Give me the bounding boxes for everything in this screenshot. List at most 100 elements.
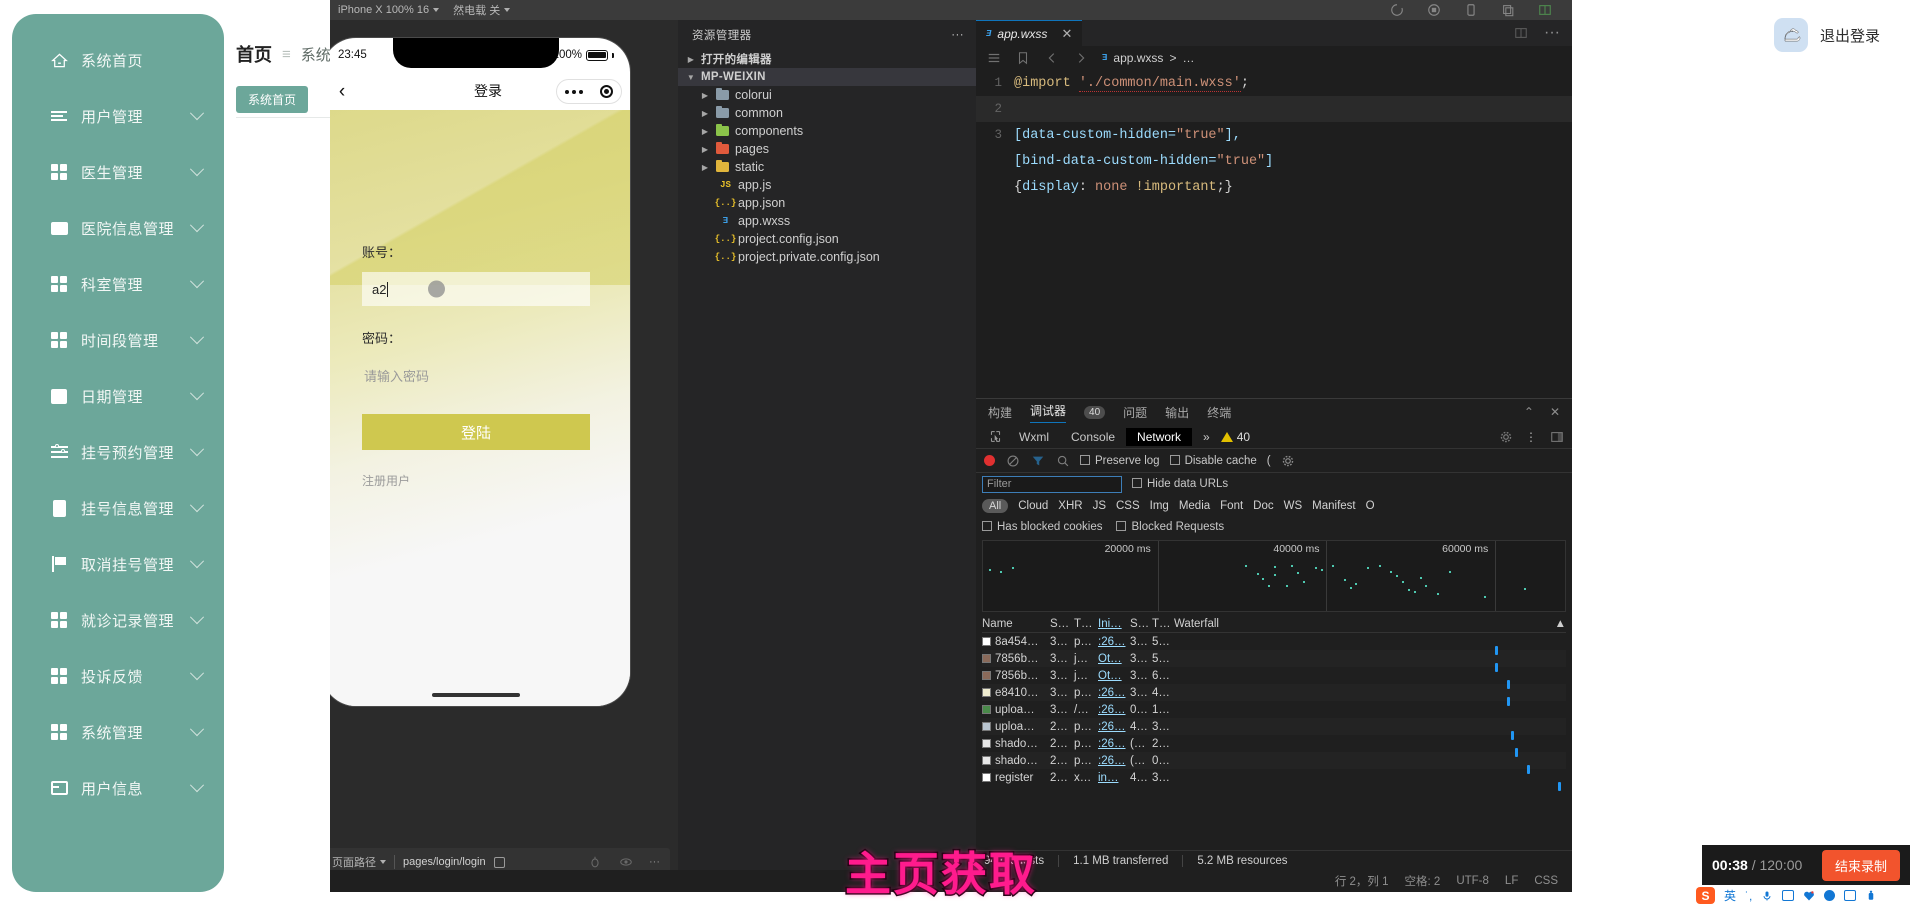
table-row[interactable]: e8410… 3… p…:26… 3… 4…: [982, 684, 1566, 706]
password-input[interactable]: 请输入密码: [362, 358, 590, 392]
sidebar-item-9[interactable]: 取消挂号管理: [12, 536, 224, 592]
sogou-logo-icon[interactable]: S: [1696, 887, 1715, 904]
cell-initiator[interactable]: :26…: [1098, 738, 1130, 750]
type-filter-img[interactable]: Img: [1150, 500, 1169, 512]
chevron-right-icon[interactable]: ▶: [700, 163, 710, 172]
collapse-icon[interactable]: ⌃: [1524, 405, 1534, 419]
blocked-requests-checkbox[interactable]: Blocked Requests: [1116, 521, 1224, 533]
language-indicator[interactable]: 英: [1724, 887, 1736, 904]
record-icon[interactable]: [984, 455, 995, 466]
sidebar-item-2[interactable]: 医生管理: [12, 144, 224, 200]
explorer-item-static[interactable]: ▶ static: [678, 158, 976, 176]
bookmark-icon[interactable]: [1015, 51, 1030, 66]
has-blocked-cookies-checkbox[interactable]: Has blocked cookies: [982, 521, 1102, 533]
login-button[interactable]: 登陆: [362, 414, 590, 450]
account-input[interactable]: a2: [362, 272, 590, 306]
table-row[interactable]: uploa… 2… p…:26… 4… 3…: [982, 718, 1566, 740]
table-row[interactable]: uploa… 3… /…:26… 0… 1…: [982, 701, 1566, 718]
cell-initiator[interactable]: :26…: [1098, 687, 1130, 699]
sidebar-item-6[interactable]: 日期管理: [12, 368, 224, 424]
column-initiator[interactable]: Ini…: [1098, 618, 1130, 630]
bug-icon[interactable]: [587, 855, 602, 870]
type-filter-media[interactable]: Media: [1179, 500, 1210, 512]
sidebar-item-1[interactable]: 用户管理: [12, 88, 224, 144]
type-filter-cloud[interactable]: Cloud: [1018, 500, 1048, 512]
explorer-item-common[interactable]: ▶ common: [678, 104, 976, 122]
explorer-open-editors[interactable]: ▶ 打开的编辑器: [678, 50, 976, 68]
preserve-log-checkbox[interactable]: Preserve log: [1080, 454, 1160, 467]
editor-tab-app-wxss[interactable]: Ǝ app.wxss ✕: [976, 20, 1083, 46]
mic-icon[interactable]: [1761, 890, 1773, 902]
cell-initiator[interactable]: Ot…: [1098, 670, 1130, 682]
type-filter-doc[interactable]: Doc: [1253, 500, 1273, 512]
inspect-element-icon[interactable]: [982, 430, 1008, 443]
network-timeline-overview[interactable]: 20000 ms 40000 ms 60000 ms: [982, 540, 1566, 612]
hide-data-urls-checkbox[interactable]: Hide data URLs: [1132, 478, 1228, 490]
register-link[interactable]: 注册用户: [362, 472, 590, 489]
target-icon[interactable]: [599, 85, 613, 98]
explorer-item-app.wxss[interactable]: Ǝapp.wxss: [678, 212, 976, 230]
filter-icon[interactable]: [1030, 453, 1045, 468]
close-icon[interactable]: ✕: [1550, 405, 1560, 419]
explorer-project-root[interactable]: ▼ MP-WEIXIN: [678, 68, 976, 86]
devtools-tab-console[interactable]: Console: [1060, 428, 1126, 446]
sidebar-item-0[interactable]: 系统首页: [12, 32, 224, 88]
column-waterfall[interactable]: Waterfall ▲: [1174, 618, 1566, 630]
cell-initiator[interactable]: :26…: [1098, 755, 1130, 767]
clear-icon[interactable]: [1005, 453, 1020, 468]
kebab-menu-icon[interactable]: ⋮: [1525, 430, 1537, 444]
explorer-item-project.private.config.json[interactable]: {..} project.private.config.json: [678, 248, 976, 266]
device-selector[interactable]: iPhone X 100% 16: [338, 4, 440, 16]
type-filter-xhr[interactable]: XHR: [1058, 500, 1082, 512]
sidebar-item-11[interactable]: 投诉反馈: [12, 648, 224, 704]
table-row[interactable]: shado… 2… p…:26… (… 2…: [982, 735, 1566, 757]
column-type[interactable]: T…: [1074, 618, 1098, 630]
line-ending[interactable]: LF: [1505, 875, 1518, 887]
type-filter-js[interactable]: JS: [1093, 500, 1106, 512]
encoding[interactable]: UTF-8: [1456, 875, 1489, 887]
apps-icon[interactable]: [1844, 890, 1857, 901]
table-row[interactable]: 7856b… 3… j… Ot… 3… 5…: [982, 650, 1566, 672]
column-time[interactable]: T…: [1152, 618, 1174, 630]
column-status[interactable]: S…: [1050, 618, 1074, 630]
more-icon[interactable]: ···: [1544, 24, 1560, 42]
copy-icon[interactable]: [493, 856, 505, 868]
code-line-1[interactable]: 1 @import './common/main.wxss';: [976, 70, 1572, 96]
column-name[interactable]: Name: [982, 618, 1050, 630]
cursor-position[interactable]: 行 2，列 1: [1335, 873, 1389, 889]
phone-simulator[interactable]: 23:45 100% ‹ 登录 账号： a2 密码： 请输入密码 登陆 注册用户: [330, 38, 630, 706]
code-line-4[interactable]: [bind-data-custom-hidden="true"]: [976, 148, 1572, 174]
explorer-item-colorui[interactable]: ▶ colorui: [678, 86, 976, 104]
code-line-5[interactable]: {display: none !important;}: [976, 174, 1572, 200]
page-path-selector[interactable]: 页面路径: [332, 854, 386, 870]
breadcrumb-home[interactable]: 首页: [236, 41, 272, 67]
cell-initiator[interactable]: in…: [1098, 772, 1130, 784]
table-row[interactable]: 7856b… 3… j… Ot… 3… 6…: [982, 667, 1566, 689]
type-filter-all[interactable]: All: [982, 499, 1009, 513]
panel-tab-terminal[interactable]: 终端: [1207, 404, 1231, 421]
chevron-right-icon[interactable]: ▶: [700, 91, 710, 100]
gear-icon[interactable]: [1498, 429, 1513, 444]
compile-icon[interactable]: [1426, 3, 1441, 18]
devtools-tab-wxml[interactable]: Wxml: [1008, 428, 1060, 446]
type-filter-ws[interactable]: WS: [1284, 500, 1303, 512]
refresh-icon[interactable]: [1389, 3, 1404, 18]
table-row[interactable]: register 2… x… in… 4… 3…: [982, 769, 1566, 791]
robot-icon[interactable]: [1824, 890, 1836, 901]
sidebar-item-10[interactable]: 就诊记录管理: [12, 592, 224, 648]
type-filter-css[interactable]: CSS: [1116, 500, 1140, 512]
chevron-right-icon[interactable]: ▶: [700, 127, 710, 136]
explorer-item-pages[interactable]: ▶ pages: [678, 140, 976, 158]
code-area[interactable]: 1 @import './common/main.wxss'; 2 3 [data-cu…: [976, 70, 1572, 398]
code-line-3[interactable]: 3 [data-custom-hidden="true"],: [976, 122, 1572, 148]
explorer-item-app.js[interactable]: JS app.js: [678, 176, 976, 194]
more-icon[interactable]: [565, 89, 584, 94]
sidebar-item-5[interactable]: 时间段管理: [12, 312, 224, 368]
explorer-item-app.json[interactable]: {..} app.json: [678, 194, 976, 212]
table-row[interactable]: 8a454… 3… p…:26… 3… 5…: [982, 633, 1566, 655]
explorer-item-project.config.json[interactable]: {..} project.config.json: [678, 230, 976, 248]
explorer-more-icon[interactable]: ···: [951, 29, 964, 41]
table-row[interactable]: shado… 2… p…:26… (… 0…: [982, 752, 1566, 774]
wechat-capsule[interactable]: [556, 79, 622, 104]
cell-initiator[interactable]: Ot…: [1098, 653, 1130, 665]
